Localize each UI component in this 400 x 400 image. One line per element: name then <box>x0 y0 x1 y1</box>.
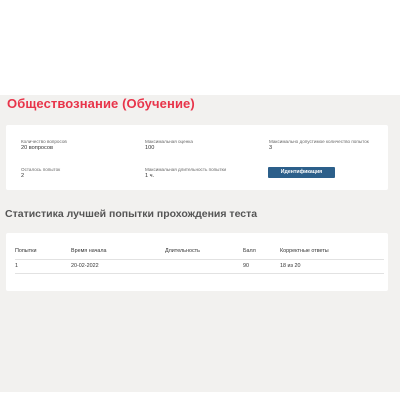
question-count: Количество вопросов 20 вопросов <box>21 139 67 151</box>
column-header-duration: Длительность <box>165 243 243 260</box>
max-duration-label: Максимальная длительность попытки <box>145 167 227 172</box>
max-attempts: Максимально допустимое количество попыто… <box>269 139 379 151</box>
cell-score: 90 <box>243 259 280 274</box>
max-duration-value: 1 ч. <box>145 172 155 179</box>
max-score: Максимальная оценка 100 <box>145 139 193 151</box>
question-count-value: 20 вопросов <box>21 144 53 151</box>
cell-duration <box>165 259 243 274</box>
attempts-left-value: 2 <box>21 172 25 179</box>
max-attempts-value: 3 <box>269 144 273 151</box>
max-score-value: 100 <box>145 144 155 151</box>
max-attempts-label: Максимально допустимое количество попыто… <box>269 139 369 144</box>
attempts-left: Осталось попыток 2 <box>21 167 60 179</box>
max-score-label: Максимальная оценка <box>145 139 193 144</box>
identification-button[interactable]: Идентификация <box>268 167 335 178</box>
table-row: 1 20-02-2022 90 18 из 20 <box>15 259 384 274</box>
column-header-correct-answers: Корректные ответы <box>280 243 384 260</box>
max-duration: Максимальная длительность попытки 1 ч. <box>145 167 226 179</box>
column-header-attempts: Попытки <box>15 243 71 260</box>
cell-start-time: 20-02-2022 <box>71 259 165 274</box>
column-header-score: Балл <box>243 243 280 260</box>
question-count-label: Количество вопросов <box>21 139 67 144</box>
column-header-start-time: Время начала <box>71 243 165 260</box>
page-title: Обществознание (Обучение) <box>7 96 195 111</box>
cell-correct-answers: 18 из 20 <box>280 259 384 274</box>
stats-section-title: Статистика лучшей попытки прохождения те… <box>5 208 258 220</box>
results-table: Попытки Время начала Длительность Балл К… <box>15 243 384 274</box>
test-info-card: Количество вопросов 20 вопросов Максимал… <box>6 125 388 190</box>
table-header-row: Попытки Время начала Длительность Балл К… <box>15 243 384 260</box>
attempts-left-label: Осталось попыток <box>21 167 61 172</box>
results-card: Попытки Время начала Длительность Балл К… <box>6 233 388 291</box>
cell-attempt-number: 1 <box>15 259 71 274</box>
